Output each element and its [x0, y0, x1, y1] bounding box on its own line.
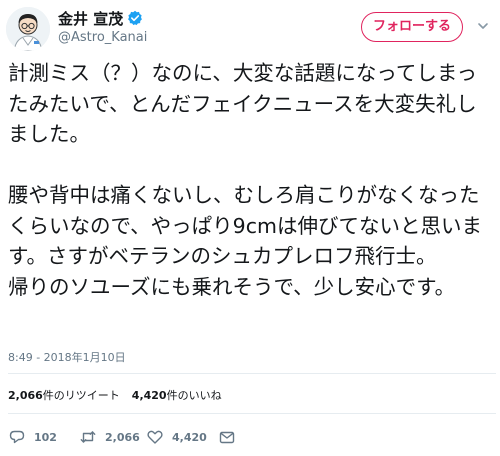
- user-handle[interactable]: @Astro_Kanai: [58, 30, 147, 45]
- retweet-button[interactable]: 2,066: [79, 425, 140, 449]
- more-options-chevron-icon[interactable]: [476, 18, 490, 32]
- display-name-text[interactable]: 金井 宣茂: [58, 10, 123, 28]
- like-button[interactable]: 4,420: [146, 425, 207, 449]
- envelope-icon: [219, 431, 235, 444]
- retweet-stat[interactable]: 2,066件のリツイート: [8, 389, 120, 402]
- reply-icon: [9, 430, 25, 444]
- reply-count[interactable]: 102: [34, 431, 57, 444]
- avatar[interactable]: [6, 7, 50, 51]
- tweet-timestamp[interactable]: 8:49 - 2018年1月10日: [8, 349, 126, 365]
- retweet-icon: [80, 431, 96, 443]
- display-name[interactable]: 金井 宣茂: [58, 8, 143, 30]
- tweet-actions: 102 2,066 4,420: [0, 425, 500, 449]
- tweet-text: 計測ミス（？）なのに、大変な話題になってしまったみたいで、とんだフェイクニュース…: [8, 61, 482, 299]
- reply-button[interactable]: 102: [8, 425, 57, 449]
- tweet-stats: 2,066件のリツイート 4,420件のいいね: [8, 387, 222, 403]
- follow-button-label[interactable]: フォローする: [373, 19, 451, 34]
- divider-bottom: [8, 413, 496, 414]
- follow-button[interactable]: フォローする: [361, 12, 463, 42]
- heart-icon: [147, 430, 163, 444]
- divider-top: [8, 373, 496, 374]
- avatar-illustration: [6, 7, 50, 51]
- like-stat-count[interactable]: 4,420: [132, 389, 167, 402]
- like-count[interactable]: 4,420: [172, 431, 207, 444]
- like-stat[interactable]: 4,420件のいいね: [132, 389, 222, 402]
- like-stat-label[interactable]: 件のいいね: [167, 389, 222, 402]
- retweet-count[interactable]: 2,066: [105, 431, 140, 444]
- direct-message-button[interactable]: [218, 425, 244, 449]
- tweet-header: 金井 宣茂 @Astro_Kanai フォローする: [0, 0, 500, 56]
- verified-badge-icon: [127, 10, 143, 30]
- retweet-stat-label[interactable]: 件のリツイート: [43, 389, 120, 402]
- retweet-stat-count[interactable]: 2,066: [8, 389, 43, 402]
